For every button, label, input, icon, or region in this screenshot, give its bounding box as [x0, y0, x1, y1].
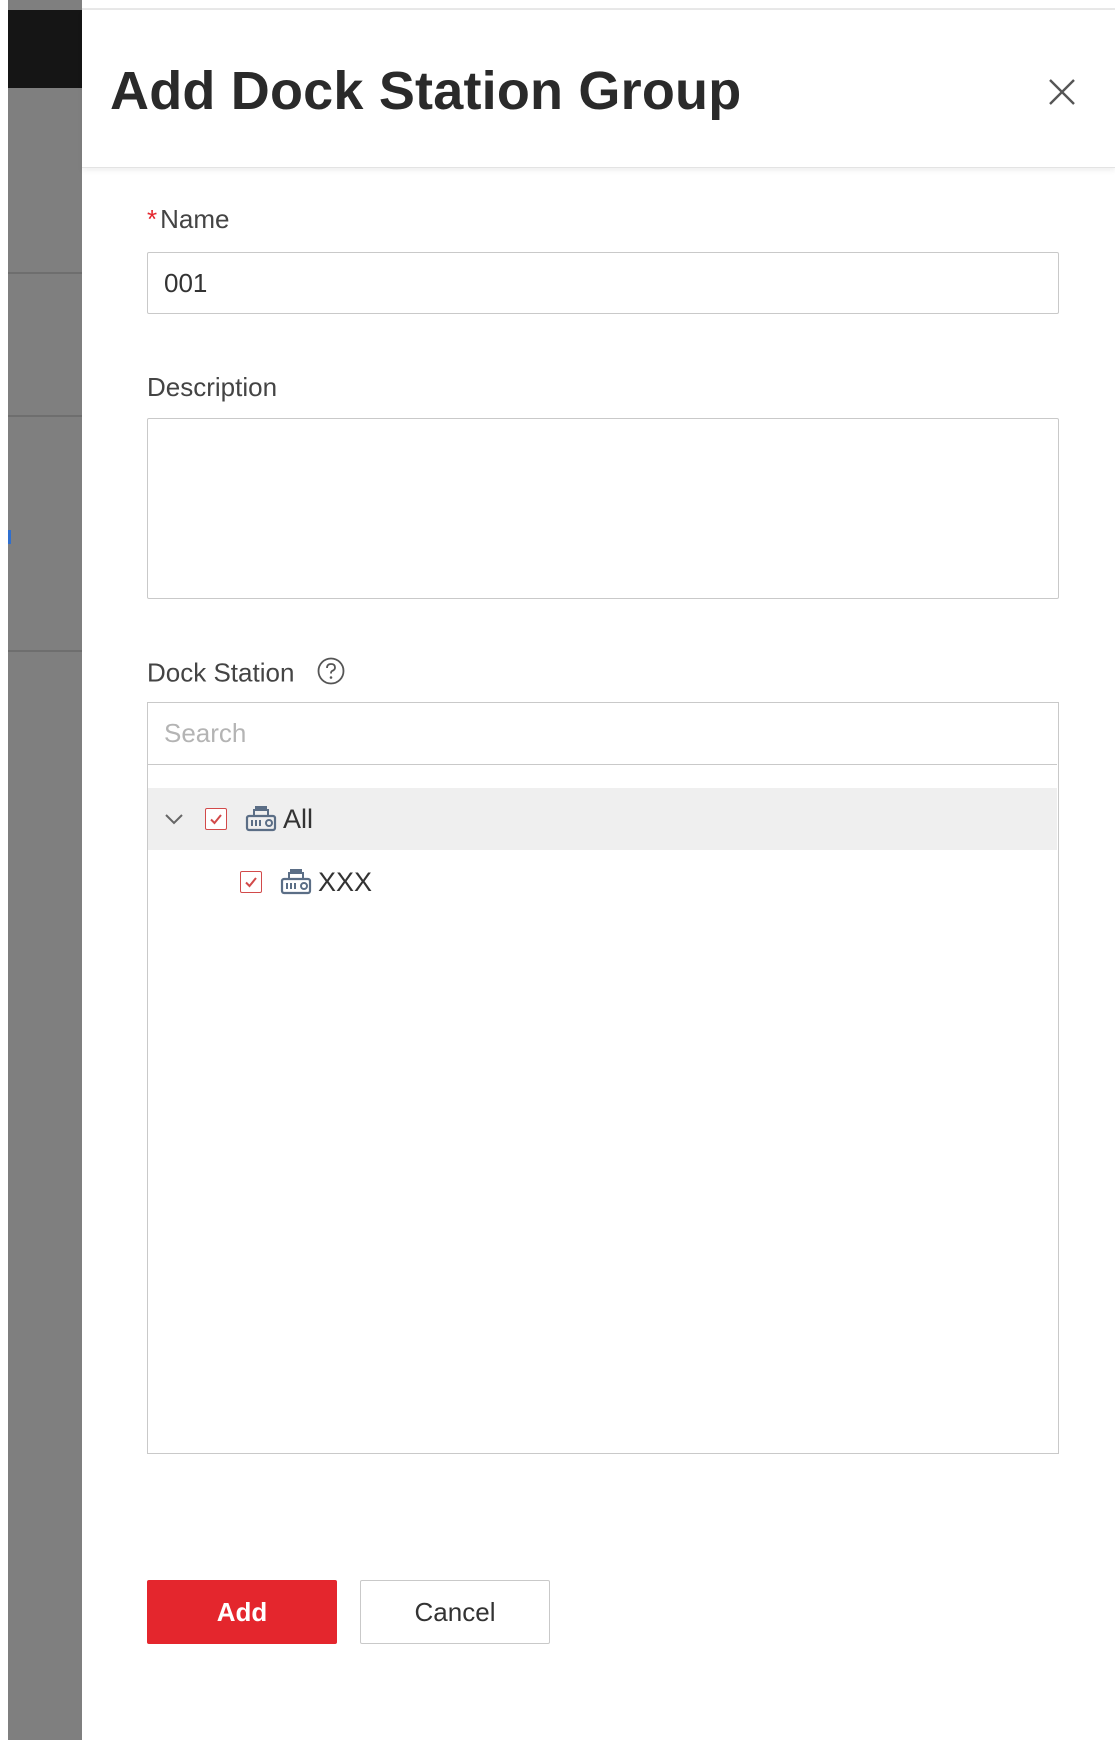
dock-station-search-input[interactable] — [148, 703, 1057, 765]
dock-station-label-text: Dock Station — [147, 657, 295, 688]
tree-node-all[interactable]: All — [148, 788, 1057, 850]
background-overlay[interactable] — [0, 0, 82, 1740]
close-icon — [1049, 79, 1075, 105]
cancel-button[interactable]: Cancel — [360, 1580, 550, 1644]
question-circle-icon[interactable] — [316, 656, 346, 693]
add-dock-station-group-drawer: Add Dock Station Group *Name Description… — [82, 0, 1115, 1740]
dock-station-icon — [245, 806, 277, 832]
tree-checkbox-all[interactable] — [205, 808, 227, 830]
tree-label-xxx: XXX — [318, 866, 373, 897]
background-selection-marker — [8, 530, 11, 544]
drawer-title: Add Dock Station Group — [110, 61, 742, 121]
tree-node-xxx[interactable]: XXX — [148, 851, 1057, 913]
description-label: Description — [147, 372, 278, 402]
checkmark-icon — [245, 877, 257, 888]
required-mark: * — [147, 204, 158, 234]
background-divider — [8, 650, 82, 652]
add-button[interactable]: Add — [147, 1580, 337, 1644]
checkmark-icon — [210, 814, 222, 825]
chevron-down-icon[interactable] — [160, 805, 188, 833]
dock-station-tree: All — [147, 702, 1059, 1454]
window-edge — [0, 0, 8, 1740]
name-input[interactable] — [147, 252, 1059, 314]
background-divider — [8, 415, 82, 417]
background-topbar — [8, 10, 82, 88]
drawer-header: Add Dock Station Group — [82, 10, 1115, 168]
dock-station-icon — [280, 869, 312, 895]
description-textarea[interactable] — [147, 418, 1059, 599]
name-label: * Name — [147, 204, 229, 235]
background-divider — [8, 272, 82, 274]
tree-label-all: All — [283, 803, 314, 834]
tree-checkbox-xxx[interactable] — [240, 871, 262, 893]
screen: Add Dock Station Group *Name Description… — [0, 0, 1115, 1740]
close-button[interactable] — [1042, 72, 1082, 112]
dock-station-label: Dock Station — [147, 656, 346, 693]
name-label-text: Name — [160, 204, 230, 234]
